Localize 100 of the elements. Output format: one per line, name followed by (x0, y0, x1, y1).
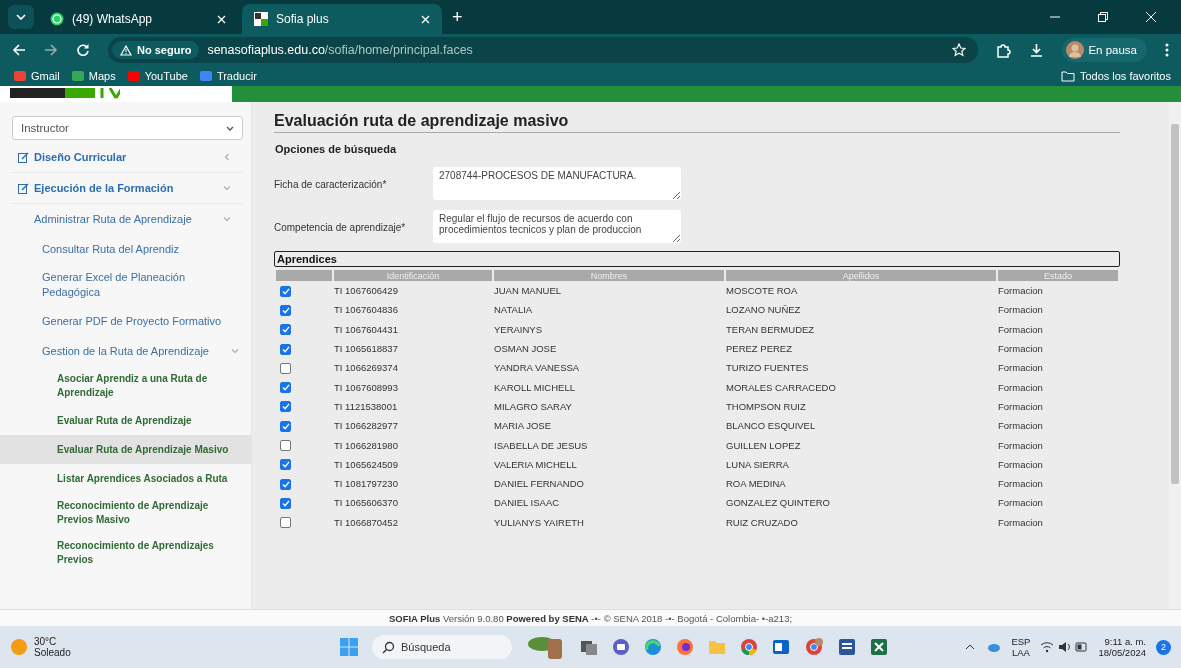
all-bookmarks-link[interactable]: Todos los favoritos (1060, 70, 1171, 82)
checkbox[interactable] (280, 401, 291, 413)
sidebar-item[interactable]: Generar PDF de Proyecto Formativo (12, 306, 243, 336)
table-cell: GUILLEN LOPEZ (726, 439, 801, 451)
table-cell: TI 1066282977 (334, 420, 398, 432)
sidebar-item[interactable]: Reconocimiento de Aprendizajes Previos (0, 533, 251, 573)
download-icon[interactable] (1029, 42, 1045, 58)
table-cell: RUIZ CRUZADO (726, 516, 798, 528)
section-heading: Opciones de búsqueda (275, 143, 398, 155)
checkbox[interactable] (280, 440, 291, 451)
text-area[interactable]: 2708744-PROCESOS DE MANUFACTURA. (433, 167, 681, 200)
bookmark-link[interactable]: YouTube (127, 70, 188, 82)
close-icon[interactable] (217, 14, 226, 24)
table-cell: TURIZO FUENTES (726, 362, 809, 374)
sidebar-item[interactable]: Evaluar Ruta de Aprendizaje Masivo (0, 435, 251, 464)
chevron-up-icon[interactable] (965, 644, 976, 650)
more-menu-icon[interactable] (1165, 43, 1169, 57)
tab-search-button[interactable] (8, 5, 34, 29)
checkbox[interactable] (280, 478, 291, 490)
sidebar-item[interactable]: Ejecución de la Formación (12, 173, 243, 204)
browser-tab[interactable]: Sofia plus (242, 4, 442, 34)
folder-icon (1060, 70, 1075, 82)
table-cell: YANDRA VANESSA (494, 362, 580, 374)
star-icon[interactable] (952, 43, 967, 57)
sidebar-item[interactable]: Evaluar Ruta de Aprendizaje (0, 406, 251, 435)
table-cell: PEREZ PEREZ (726, 343, 792, 355)
browser-tab[interactable]: (49) WhatsApp (38, 4, 238, 34)
sidebar-item[interactable]: Generar Excel de Planeación Pedagógica (12, 264, 243, 306)
language-indicator[interactable]: ESP LAA (1011, 636, 1031, 658)
chevron-left-icon (223, 153, 231, 161)
chat-bubble-icon (50, 12, 64, 26)
checkbox[interactable] (280, 324, 291, 336)
restore-icon[interactable] (1097, 11, 1109, 23)
table-cell: TERAN BERMUDEZ (726, 323, 815, 335)
table-cell: TI 1066281980 (334, 439, 398, 451)
notification-badge[interactable]: 2 (1156, 639, 1171, 655)
checkbox[interactable] (280, 459, 291, 471)
text-area[interactable]: Regular el flujo de recursos de acuerdo con procedimientos tecnicos y plan de produccion (433, 210, 681, 243)
back-arrow-icon[interactable] (12, 43, 26, 57)
sidebar-item[interactable]: Administrar Ruta de Aprendizaje (12, 204, 243, 234)
checkbox[interactable] (280, 382, 291, 394)
forward-arrow-icon[interactable] (44, 43, 58, 57)
chat-app-icon[interactable] (612, 638, 630, 656)
checkbox[interactable] (280, 497, 291, 509)
table-cell: LUNA SIERRA (726, 458, 789, 470)
table-cell: TI 1081797230 (334, 478, 398, 490)
checkbox[interactable] (280, 517, 291, 529)
table-cell: ROA MEDINA (726, 478, 786, 490)
table-cell: Formacion (998, 420, 1043, 432)
close-icon[interactable] (421, 14, 430, 24)
scrollbar[interactable] (1169, 102, 1181, 609)
firefox-icon[interactable] (676, 638, 694, 656)
reload-icon[interactable] (76, 43, 90, 57)
sidebar-item[interactable]: Listar Aprendices Asociados a Ruta (0, 464, 251, 493)
address-bar[interactable]: No seguro senasofiaplus.edu.co/sofia/home/principal.faces (108, 37, 979, 63)
sun-icon (10, 638, 28, 656)
outlook-icon[interactable] (772, 638, 790, 656)
role-select[interactable]: Instructor (12, 116, 243, 140)
edge-browser-icon[interactable] (644, 638, 662, 656)
windows-start-icon[interactable] (340, 638, 358, 656)
bookmark-link[interactable]: Gmail (14, 70, 60, 82)
edit-icon (18, 151, 29, 163)
checkbox[interactable] (280, 304, 291, 316)
sidebar-item[interactable]: Reconocimiento de Aprendizaje Previos Masivo (0, 493, 251, 533)
profile-button[interactable]: En pausa (1062, 38, 1147, 62)
table-cell: TI 1065618837 (334, 343, 398, 355)
security-label: No seguro (137, 44, 192, 56)
excel-icon[interactable] (870, 638, 888, 656)
table-cell: JUAN MANUEL (494, 285, 562, 297)
sidebar-item[interactable]: Diseño Curricular (12, 142, 243, 173)
sidebar-item[interactable]: Gestion de la Ruta de Aprendizaje (12, 336, 243, 366)
close-icon[interactable] (1145, 11, 1157, 23)
sidebar-item[interactable]: Asociar Aprendiz a una Ruta de Aprendizaje (0, 366, 251, 406)
task-view-icon[interactable] (580, 638, 598, 656)
bookmark-favicon-icon (14, 71, 26, 81)
sidebar-item[interactable]: Consultar Ruta del Aprendiz (12, 234, 243, 264)
checkbox[interactable] (280, 420, 291, 432)
bookmark-link[interactable]: Maps (71, 70, 116, 82)
word-icon[interactable] (838, 638, 856, 656)
chrome-icon[interactable] (740, 638, 758, 656)
column-header: Nombres (494, 270, 724, 281)
column-header: Identificación (334, 270, 492, 281)
temperature-text: 30°C (34, 636, 58, 647)
page-title: Evaluación ruta de aprendizaje masivo (274, 112, 1120, 133)
chrome-profile-icon[interactable] (804, 637, 824, 657)
table-cell: TI 1067606429 (334, 285, 398, 297)
table-cell: MORALES CARRACEDO (726, 381, 836, 393)
checkbox[interactable] (280, 285, 291, 297)
site-logo-icon (254, 12, 268, 26)
puzzle-icon[interactable] (996, 42, 1012, 58)
table-cell: LOZANO NUÑEZ (726, 304, 801, 316)
new-tab-button[interactable]: + (446, 6, 469, 29)
table-cell: TI 1065624509 (334, 458, 398, 470)
chevron-down-icon (16, 14, 26, 20)
taskbar-search-field[interactable]: Búsqueda (372, 635, 512, 659)
clock[interactable]: 9:11 a. m. 18/05/2024 (1098, 636, 1146, 658)
table-cell: VALERIA MICHELL (494, 458, 577, 470)
checkbox[interactable] (280, 343, 291, 355)
bookmark-link[interactable]: Traducir (199, 70, 257, 82)
checkbox[interactable] (280, 362, 291, 374)
